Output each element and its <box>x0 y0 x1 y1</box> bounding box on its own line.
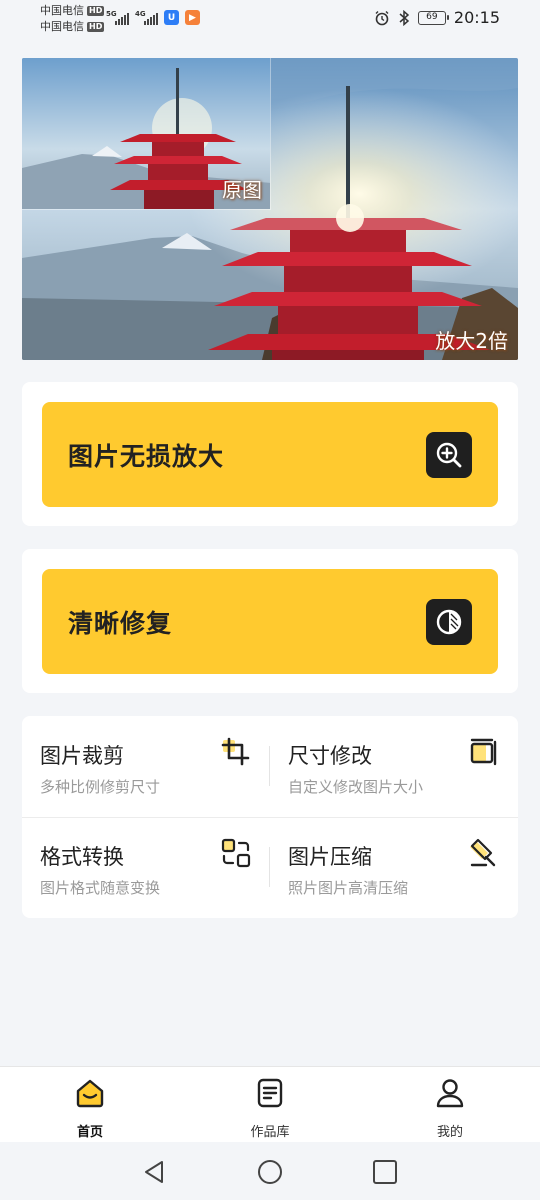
feature-card-restore: 清晰修复 <box>22 549 518 693</box>
home-icon <box>76 1079 104 1108</box>
signal-gen-label: 4G <box>135 10 146 18</box>
alarm-icon <box>375 10 389 25</box>
hero-banner[interactable]: 原图 放大2倍 <box>22 58 518 360</box>
system-nav-bar <box>0 1142 540 1200</box>
tool-crop-subtitle: 多种比例修剪尺寸 <box>40 778 161 796</box>
feature-card-upscale: 图片无损放大 <box>22 382 518 526</box>
hd-badge: HD <box>87 21 105 32</box>
upscale-button[interactable]: 图片无损放大 <box>42 402 498 507</box>
notification-app-icon: U <box>164 10 179 25</box>
battery-icon: 69 <box>417 10 449 25</box>
tool-resize[interactable]: 尺寸修改 自定义修改图片大小 <box>270 716 500 816</box>
status-bar: 中国电信 HD 中国电信 HD 5G 4G U ▶ 69 20:15 <box>0 0 540 40</box>
tool-format-title: 格式转换 <box>40 845 124 869</box>
notification-video-icon: ▶ <box>185 10 200 25</box>
restore-button[interactable]: 清晰修复 <box>42 569 498 674</box>
signal-gen-label: 5G <box>106 10 117 18</box>
clock: 20:15 <box>453 8 500 27</box>
nav-gallery[interactable]: 作品库 <box>220 1075 320 1140</box>
zoom-in-icon <box>426 431 472 478</box>
resize-icon <box>470 738 497 766</box>
gallery-icon <box>257 1078 283 1108</box>
signal-group: 5G 4G U ▶ <box>106 10 200 25</box>
nav-profile-label: 我的 <box>436 1125 463 1140</box>
tool-compress-title: 图片压缩 <box>288 845 372 869</box>
hero-original-inset: 原图 <box>22 58 271 210</box>
tool-resize-subtitle: 自定义修改图片大小 <box>288 778 424 796</box>
zoom-label: 放大2倍 <box>435 329 508 353</box>
tool-resize-title: 尺寸修改 <box>288 744 372 768</box>
profile-icon <box>436 1079 464 1108</box>
tools-grid: 图片裁剪 多种比例修剪尺寸 尺寸修改 自定义修改图片大小 格式转换 图片格式随意… <box>22 716 518 918</box>
contrast-icon <box>426 598 472 645</box>
restore-title: 清晰修复 <box>68 608 173 638</box>
tool-crop[interactable]: 图片裁剪 多种比例修剪尺寸 <box>22 716 252 816</box>
home-circle-icon[interactable] <box>256 1158 284 1186</box>
carrier-2: 中国电信 HD <box>40 20 105 33</box>
back-icon[interactable] <box>140 1158 168 1186</box>
tool-compress-subtitle: 照片图片高清压缩 <box>288 879 409 897</box>
bluetooth-icon <box>399 9 410 26</box>
nav-home[interactable]: 首页 <box>40 1075 140 1140</box>
hd-badge: HD <box>87 5 105 16</box>
tool-crop-title: 图片裁剪 <box>40 744 124 768</box>
format-convert-icon <box>221 838 251 868</box>
battery-level: 69 <box>426 11 438 22</box>
tool-format[interactable]: 格式转换 图片格式随意变换 <box>22 817 252 917</box>
crop-icon <box>221 737 250 766</box>
signal-4g-icon: 4G <box>135 10 158 25</box>
recents-icon[interactable] <box>371 1158 399 1186</box>
status-right: 69 20:15 <box>374 8 500 27</box>
bottom-nav: 首页 作品库 我的 <box>0 1066 540 1142</box>
signal-5g-icon: 5G <box>106 10 129 25</box>
nav-home-label: 首页 <box>76 1125 103 1140</box>
carrier-2-name: 中国电信 <box>40 20 84 33</box>
nav-gallery-label: 作品库 <box>250 1125 290 1140</box>
tool-compress[interactable]: 图片压缩 照片图片高清压缩 <box>270 817 500 917</box>
upscale-title: 图片无损放大 <box>68 441 225 471</box>
tool-format-subtitle: 图片格式随意变换 <box>40 879 161 897</box>
carrier-1: 中国电信 HD <box>40 4 105 17</box>
original-label: 原图 <box>222 178 262 202</box>
nav-profile[interactable]: 我的 <box>400 1075 500 1140</box>
carrier-1-name: 中国电信 <box>40 4 84 17</box>
compress-icon <box>470 838 496 867</box>
